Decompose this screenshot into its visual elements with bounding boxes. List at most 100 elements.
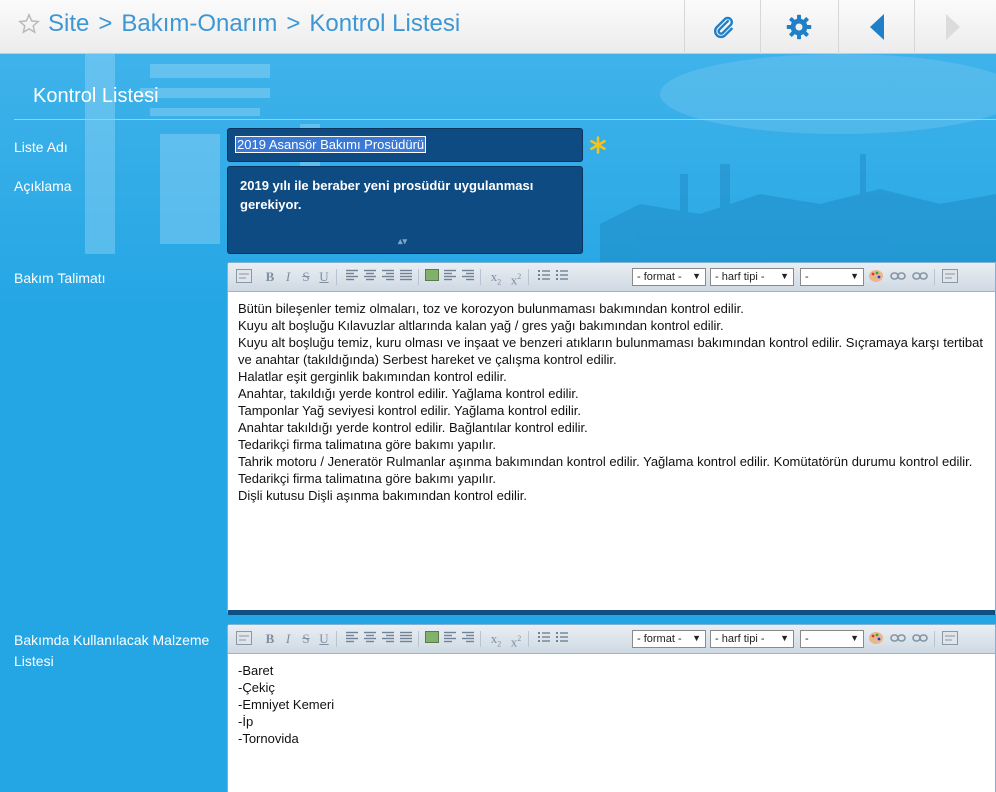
toolbar-separator [336, 631, 337, 647]
unordered-list-icon[interactable] [554, 269, 570, 285]
editor-line: Dişli kutusu Dişli aşınma bakımından kon… [238, 488, 528, 503]
align-right-icon[interactable] [380, 269, 396, 285]
size-select[interactable]: - ▼ [800, 268, 864, 286]
breadcrumb-site[interactable]: Site [48, 10, 89, 37]
breadcrumb: Site > Bakım-Onarım > Kontrol Listesi [48, 10, 460, 38]
font-select[interactable]: - harf tipi - ▼ [710, 630, 794, 648]
select-value: - format - [637, 633, 682, 645]
chevron-down-icon: ▼ [692, 271, 701, 281]
font-select[interactable]: - harf tipi - ▼ [710, 268, 794, 286]
editor-line: Tamponlar Yağ seviyesi kontrol edilir. Y… [238, 403, 581, 418]
strikethrough-icon[interactable]: S [298, 631, 314, 647]
bold-icon[interactable]: B [262, 631, 278, 647]
html-icon[interactable] [236, 269, 252, 285]
size-select[interactable]: - ▼ [800, 630, 864, 648]
image-icon[interactable] [424, 631, 440, 647]
italic-icon[interactable]: I [280, 631, 296, 647]
malzeme-listesi-label: Bakımda Kullanılacak Malzeme Listesi [14, 632, 210, 669]
image-icon[interactable] [424, 269, 440, 285]
format-select[interactable]: - format - ▼ [632, 630, 706, 648]
html-icon[interactable] [236, 631, 252, 647]
align-center-icon[interactable] [362, 631, 378, 647]
toolbar-separator [480, 269, 481, 285]
editor-line: Kuyu alt boşluğu temiz, kuru olması ve i… [238, 335, 987, 367]
forward-button[interactable] [914, 0, 990, 54]
unlink-icon[interactable] [912, 269, 928, 285]
ordered-list-icon[interactable] [536, 631, 552, 647]
editor-toolbar: B I S Ux2 x2- format - ▼ - harf tipi - ▼ - ▼ [228, 625, 995, 654]
outdent-icon[interactable] [460, 631, 476, 647]
gear-icon [786, 14, 811, 40]
malzeme-listesi-editor-content[interactable]: -Baret -Çekiç -Emniyet Kemeri -İp -Tornovida [228, 654, 995, 792]
editor-line: -Çekiç [238, 680, 275, 695]
settings-button[interactable] [760, 0, 836, 54]
editor-line: Tedarikçi firma talimatına göre bakımı y… [238, 437, 496, 452]
editor-status-bar [228, 610, 995, 615]
editor-line: Halatlar eşit gerginlik bakımından kontr… [238, 369, 507, 384]
color-palette-icon[interactable] [868, 631, 884, 647]
breadcrumb-separator: > [98, 10, 113, 37]
chevron-down-icon: ▼ [692, 633, 701, 643]
bold-icon[interactable]: B [262, 269, 278, 285]
color-palette-icon[interactable] [868, 269, 884, 285]
liste-adi-value: 2019 Asansör Bakımı Prosüdürü [234, 136, 427, 153]
superscript-icon[interactable]: x2 [508, 269, 524, 287]
attachment-button[interactable] [684, 0, 760, 54]
paperclip-icon [713, 16, 733, 39]
favorite-star-icon[interactable] [18, 13, 40, 35]
breadcrumb-kontrol-listesi: Kontrol Listesi [309, 10, 461, 37]
indent-icon[interactable] [442, 269, 458, 285]
strikethrough-icon[interactable]: S [298, 269, 314, 285]
breadcrumb-separator: > [286, 10, 301, 37]
bakim-talimati-editor-content[interactable]: Bütün bileşenler temiz olmaları, toz ve … [228, 292, 995, 610]
subscript-icon[interactable]: x2 [488, 631, 504, 649]
align-left-icon[interactable] [344, 631, 360, 647]
format-select[interactable]: - format - ▼ [632, 268, 706, 286]
breadcrumb-bakim-onarim[interactable]: Bakım-Onarım [121, 10, 277, 37]
ordered-list-icon[interactable] [536, 269, 552, 285]
editor-line: -İp [238, 714, 254, 729]
resize-grip-icon[interactable]: ▴▾ [398, 232, 407, 251]
align-left-icon[interactable] [344, 269, 360, 285]
top-header: Site > Bakım-Onarım > Kontrol Listesi [0, 0, 996, 54]
toolbar-separator [934, 631, 935, 647]
underline-icon[interactable]: U [316, 269, 332, 285]
select-value: - harf tipi - [715, 271, 765, 283]
link-icon[interactable] [890, 269, 906, 285]
chevron-down-icon: ▼ [850, 633, 859, 643]
form-area: Kontrol Listesi Liste Adı 2019 Asansör B… [0, 54, 996, 792]
spellcheck-icon[interactable] [942, 269, 958, 285]
aciklama-textarea[interactable]: 2019 yılı ile beraber yeni prosüdür uygu… [227, 166, 583, 254]
editor-line: -Tornovida [238, 731, 299, 746]
align-justify-icon[interactable] [398, 269, 414, 285]
indent-icon[interactable] [442, 631, 458, 647]
chevron-down-icon: ▼ [850, 271, 859, 281]
align-center-icon[interactable] [362, 269, 378, 285]
toolbar-separator [528, 631, 529, 647]
align-right-icon[interactable] [380, 631, 396, 647]
italic-icon[interactable]: I [280, 269, 296, 285]
superscript-icon[interactable]: x2 [508, 631, 524, 649]
editor-line: Anahtar takıldığı yerde kontrol edilir. … [238, 420, 588, 435]
editor-line: Kuyu alt boşluğu Kılavuzlar altlarında k… [238, 318, 724, 333]
section-title: Kontrol Listesi [33, 85, 159, 107]
editor-line: Tahrik motoru / Jeneratör Rulmanlar aşın… [238, 454, 973, 469]
subscript-icon[interactable]: x2 [488, 269, 504, 287]
underline-icon[interactable]: U [316, 631, 332, 647]
select-value: - format - [637, 271, 682, 283]
aciklama-label: Açıklama [14, 178, 72, 194]
toolbar-separator [418, 269, 419, 285]
liste-adi-input[interactable]: 2019 Asansör Bakımı Prosüdürü [227, 128, 583, 162]
editor-line: -Baret [238, 663, 274, 678]
unlink-icon[interactable] [912, 631, 928, 647]
editor-line: Bütün bileşenler temiz olmaları, toz ve … [238, 301, 744, 316]
bakim-talimati-label: Bakım Talimatı [14, 270, 106, 286]
chevron-down-icon: ▼ [780, 633, 789, 643]
spellcheck-icon[interactable] [942, 631, 958, 647]
unordered-list-icon[interactable] [554, 631, 570, 647]
outdent-icon[interactable] [460, 269, 476, 285]
aciklama-value: 2019 yılı ile beraber yeni prosüdür uygu… [240, 178, 534, 212]
link-icon[interactable] [890, 631, 906, 647]
back-button[interactable] [838, 0, 914, 54]
align-justify-icon[interactable] [398, 631, 414, 647]
